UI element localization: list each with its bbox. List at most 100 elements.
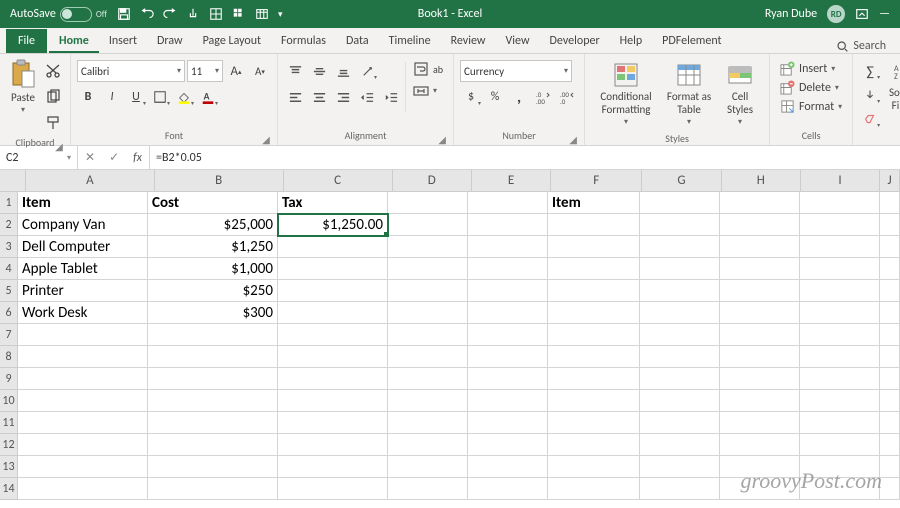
cell-A11[interactable] [18,412,148,434]
cell-G1[interactable] [640,192,720,214]
qat-customize-icon[interactable]: ▾ [278,9,283,20]
clipboard-dialog-icon[interactable]: ◢ [54,140,64,150]
cell-B1[interactable]: Cost [148,192,278,214]
cell-H7[interactable] [720,324,800,346]
cell-A3[interactable]: Dell Computer [18,236,148,258]
cell-C7[interactable] [278,324,388,346]
cell-B5[interactable]: $250 [148,280,278,302]
cell-J4[interactable] [880,258,900,280]
cell-B9[interactable] [148,368,278,390]
tab-view[interactable]: View [495,30,539,53]
cell-H9[interactable] [720,368,800,390]
tab-data[interactable]: Data [336,30,379,53]
tab-timeline[interactable]: Timeline [379,30,441,53]
cell-A14[interactable] [18,478,148,500]
cell-G8[interactable] [640,346,720,368]
format-cells-button[interactable]: Format▾ [776,98,846,115]
cell-styles-button[interactable]: Cell Styles▾ [717,60,763,130]
clear-icon[interactable]: ▾ [859,108,881,130]
cell-B8[interactable] [148,346,278,368]
cell-A4[interactable]: Apple Tablet [18,258,148,280]
user-avatar[interactable]: RD [827,5,845,23]
cell-A2[interactable]: Company Van [18,214,148,236]
col-head-D[interactable]: D [393,170,472,192]
cell-F14[interactable] [548,478,640,500]
cell-D7[interactable] [388,324,468,346]
font-name-select[interactable]: Calibri▾ [77,60,185,82]
cell-G4[interactable] [640,258,720,280]
col-head-B[interactable]: B [155,170,284,192]
tab-pdfelement[interactable]: PDFelement [652,30,731,53]
cell-J9[interactable] [880,368,900,390]
row-head-12[interactable]: 12 [0,434,18,456]
cancel-formula-icon[interactable]: ✕ [85,150,95,165]
cell-D12[interactable] [388,434,468,456]
font-size-select[interactable]: 11▾ [187,60,223,82]
increase-indent-icon[interactable] [380,86,402,108]
cell-I5[interactable] [800,280,880,302]
cell-C3[interactable] [278,236,388,258]
cell-D2[interactable] [388,214,468,236]
decrease-decimal-icon[interactable]: .00.0 [556,86,578,108]
cell-F5[interactable] [548,280,640,302]
cell-D4[interactable] [388,258,468,280]
save-icon[interactable] [117,7,131,21]
col-head-H[interactable]: H [722,170,801,192]
cell-C4[interactable] [278,258,388,280]
col-head-F[interactable]: F [551,170,642,192]
cell-G10[interactable] [640,390,720,412]
cell-A1[interactable]: Item [18,192,148,214]
col-head-E[interactable]: E [472,170,551,192]
cell-E7[interactable] [468,324,548,346]
cell-J6[interactable] [880,302,900,324]
cell-G2[interactable] [640,214,720,236]
cell-H14[interactable] [720,478,800,500]
cell-H11[interactable] [720,412,800,434]
cell-E8[interactable] [468,346,548,368]
cell-B10[interactable] [148,390,278,412]
underline-button[interactable]: U▾ [125,86,147,108]
cell-I13[interactable] [800,456,880,478]
row-head-9[interactable]: 9 [0,368,18,390]
cell-G3[interactable] [640,236,720,258]
cell-C12[interactable] [278,434,388,456]
cell-C1[interactable]: Tax [278,192,388,214]
cell-B12[interactable] [148,434,278,456]
cell-A10[interactable] [18,390,148,412]
cell-F11[interactable] [548,412,640,434]
cell-I12[interactable] [800,434,880,456]
tab-help[interactable]: Help [610,30,653,53]
cell-J12[interactable] [880,434,900,456]
cell-C5[interactable] [278,280,388,302]
increase-font-icon[interactable]: A▴ [225,60,247,82]
cell-B14[interactable] [148,478,278,500]
align-top-icon[interactable] [284,60,306,82]
tab-home[interactable]: Home [49,30,99,53]
currency-button[interactable]: $▾ [460,86,482,108]
cell-G14[interactable] [640,478,720,500]
cut-icon[interactable] [42,60,64,82]
decrease-font-icon[interactable]: A▾ [249,60,271,82]
cell-J13[interactable] [880,456,900,478]
minimize-ribbon-icon[interactable]: — [879,7,890,21]
undo-icon[interactable] [140,7,154,21]
cell-H13[interactable] [720,456,800,478]
cells-area[interactable]: ItemCostTaxItemCompany Van$25,000$1,250.… [18,192,900,500]
cell-H2[interactable] [720,214,800,236]
tab-formulas[interactable]: Formulas [271,30,336,53]
cell-C8[interactable] [278,346,388,368]
cell-J2[interactable] [880,214,900,236]
cell-H5[interactable] [720,280,800,302]
align-right-icon[interactable] [332,86,354,108]
col-head-G[interactable]: G [642,170,721,192]
cell-E9[interactable] [468,368,548,390]
cell-D3[interactable] [388,236,468,258]
cell-H10[interactable] [720,390,800,412]
cell-E2[interactable] [468,214,548,236]
col-head-J[interactable]: J [880,170,900,192]
col-head-C[interactable]: C [284,170,393,192]
cell-H6[interactable] [720,302,800,324]
format-as-table-button[interactable]: Format as Table▾ [661,60,717,130]
wrap-text-button[interactable]: ab [409,60,447,78]
cell-B11[interactable] [148,412,278,434]
